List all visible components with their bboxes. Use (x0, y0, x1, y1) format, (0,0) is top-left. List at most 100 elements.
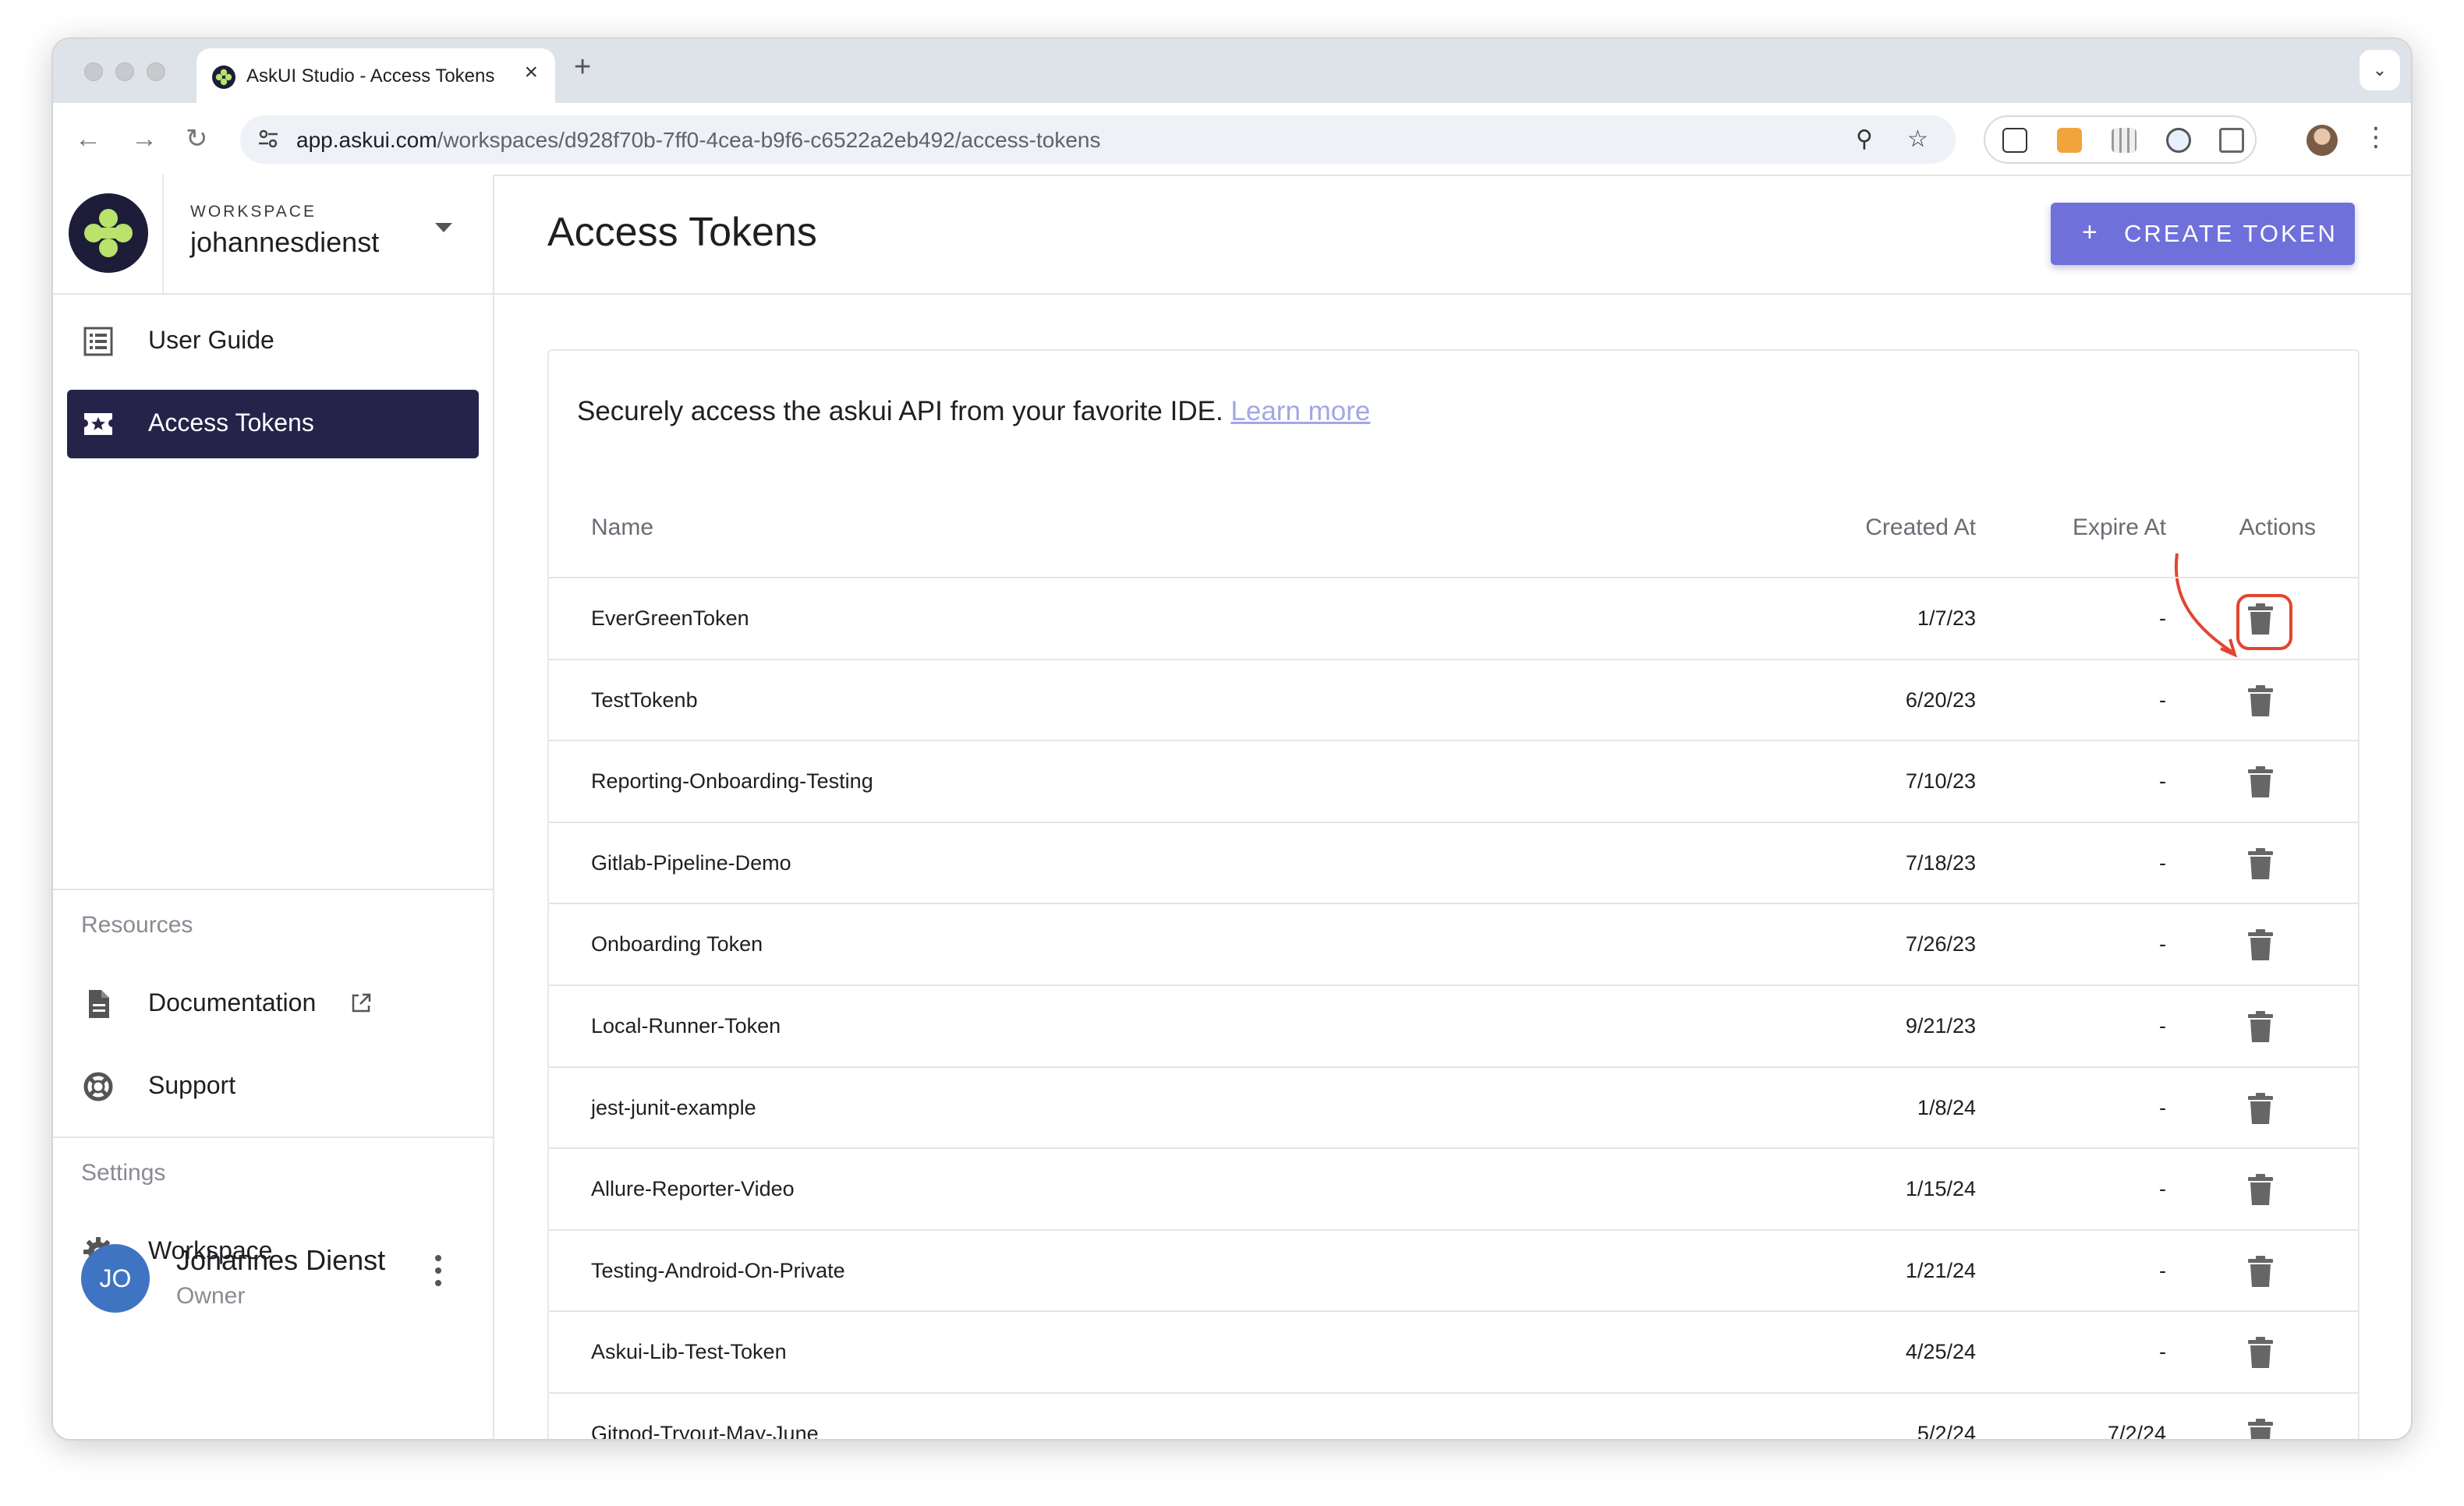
token-name: Gitpod-Tryout-May-June (591, 1422, 819, 1439)
sidebar-item-support[interactable]: Support (67, 1052, 479, 1121)
token-expire-at: - (2159, 606, 2166, 630)
page-header: Access Tokens + CREATE TOKEN (493, 175, 2411, 295)
lifebuoy-icon (83, 1072, 113, 1101)
workspace-separator (162, 175, 164, 293)
settings-section-title: Settings (81, 1160, 166, 1186)
minimize-window-button[interactable] (115, 62, 134, 81)
token-expire-at: - (2159, 1095, 2166, 1119)
token-expire-at: - (2159, 688, 2166, 712)
external-link-icon (352, 993, 371, 1013)
bookmark-star-icon[interactable]: ☆ (1907, 126, 1928, 153)
browser-tab[interactable]: AskUI Studio - Access Tokens × (196, 48, 555, 103)
token-name: Gitlab-Pipeline-Demo (591, 850, 791, 875)
sidebar-divider (53, 293, 493, 295)
token-expire-at: 7/2/24 (2107, 1422, 2166, 1439)
column-header-name: Name (591, 514, 654, 540)
card-intro: Securely access the askui API from your … (577, 396, 1370, 427)
delete-trash-icon[interactable] (2247, 1092, 2274, 1124)
create-token-button[interactable]: + CREATE TOKEN (2051, 203, 2355, 265)
forward-arrow-icon[interactable]: → (131, 123, 158, 154)
sidebar-item-label: Access Tokens (148, 408, 314, 437)
back-arrow-icon[interactable]: ← (75, 123, 101, 154)
url-path: /workspaces/d928f70b-7ff0-4cea-b9f6-c652… (437, 128, 1101, 152)
askui-favicon-icon (212, 65, 235, 89)
token-name: EverGreenToken (591, 606, 749, 630)
table-row: Gitpod-Tryout-May-June 5/2/24 7/2/24 (549, 1392, 2358, 1439)
sidebar-item-user-guide[interactable]: User Guide (67, 307, 479, 376)
delete-trash-icon[interactable] (2247, 847, 2274, 879)
table-row: jest-junit-example 1/8/24 - (549, 1066, 2358, 1149)
token-created-at: 1/8/24 (1917, 1095, 1976, 1119)
sidebar: WORKSPACE johannesdienst User Guide Acce… (53, 175, 494, 1439)
tab-close-icon[interactable]: × (524, 61, 538, 84)
browser-toolbar: ← → ↻ app.askui.com/workspaces/d928f70b-… (53, 103, 2411, 176)
tab-strip: AskUI Studio - Access Tokens × + ⌄ (53, 39, 2411, 103)
delete-trash-icon[interactable] (2247, 1419, 2274, 1439)
sidebar-divider (53, 889, 493, 890)
globe-extension-icon[interactable] (2166, 128, 2191, 153)
askui-logo[interactable] (69, 193, 148, 273)
new-tab-button[interactable]: + (574, 51, 591, 83)
zoom-icon[interactable]: ⚲ (1856, 126, 1873, 153)
user-menu-icon[interactable] (435, 1255, 441, 1292)
token-expire-at: - (2159, 769, 2166, 794)
site-settings-icon[interactable] (256, 126, 281, 151)
token-name: Askui-Lib-Test-Token (591, 1340, 787, 1364)
token-name: jest-junit-example (591, 1095, 756, 1119)
tab-search-chevron-icon[interactable]: ⌄ (2360, 50, 2400, 90)
maximize-window-button[interactable] (147, 62, 165, 81)
ticket-star-icon (84, 413, 112, 435)
sidebar-item-access-tokens[interactable]: Access Tokens (67, 390, 479, 458)
sidebar-item-label: Support (148, 1071, 236, 1099)
token-created-at: 7/18/23 (1905, 850, 1976, 875)
table-row: Testing-Android-On-Private 1/21/24 - (549, 1228, 2358, 1312)
plus-icon: + (2082, 217, 2098, 247)
table-row: Gitlab-Pipeline-Demo 7/18/23 - (549, 821, 2358, 904)
profile-avatar[interactable] (2306, 125, 2338, 156)
token-created-at: 1/7/23 (1917, 606, 1976, 630)
sidebar-item-label: Documentation (148, 988, 317, 1016)
intro-text: Securely access the askui API from your … (577, 396, 1223, 426)
notion-extension-icon[interactable] (2002, 128, 2027, 153)
user-avatar[interactable]: JO (81, 1244, 150, 1313)
token-created-at: 5/2/24 (1917, 1422, 1976, 1439)
delete-trash-icon[interactable] (2247, 1174, 2274, 1206)
close-window-button[interactable] (84, 62, 103, 81)
sidebar-item-documentation[interactable]: Documentation (67, 970, 479, 1038)
token-created-at: 6/20/23 (1905, 688, 1976, 712)
column-header-expire: Expire At (2072, 514, 2166, 540)
reload-icon[interactable]: ↻ (186, 123, 208, 154)
token-expire-at: - (2159, 1340, 2166, 1364)
delete-trash-icon[interactable] (2247, 929, 2274, 961)
token-expire-at: - (2159, 850, 2166, 875)
grid-extension-icon[interactable] (2112, 128, 2137, 153)
list-icon (83, 327, 113, 356)
column-header-created: Created At (1865, 514, 1976, 540)
sidebar-divider (53, 1137, 493, 1138)
table-row: EverGreenToken 1/7/23 - (549, 577, 2358, 659)
token-name: Onboarding Token (591, 932, 763, 956)
orange-extension-icon[interactable] (2057, 128, 2082, 153)
delete-trash-icon[interactable] (2247, 684, 2274, 716)
token-name: TestTokenb (591, 688, 698, 712)
delete-trash-icon[interactable] (2247, 1337, 2274, 1369)
token-name: Allure-Reporter-Video (591, 1177, 795, 1201)
puzzle-extensions-icon[interactable] (2219, 128, 2244, 153)
token-expire-at: - (2159, 932, 2166, 956)
learn-more-link[interactable]: Learn more (1230, 396, 1370, 426)
address-bar[interactable]: app.askui.com/workspaces/d928f70b-7ff0-4… (240, 115, 1956, 164)
token-expire-at: - (2159, 1177, 2166, 1201)
token-created-at: 4/25/24 (1905, 1340, 1976, 1364)
workspace-label: WORKSPACE (190, 203, 317, 221)
token-created-at: 7/26/23 (1905, 932, 1976, 956)
annotation-highlight-box (2236, 594, 2292, 650)
tab-title: AskUI Studio - Access Tokens (246, 65, 495, 87)
delete-trash-icon[interactable] (2247, 766, 2274, 798)
user-role: Owner (176, 1283, 246, 1309)
token-name: Testing-Android-On-Private (591, 1258, 845, 1282)
browser-window: AskUI Studio - Access Tokens × + ⌄ ← → ↻… (53, 39, 2411, 1439)
delete-trash-icon[interactable] (2247, 1011, 2274, 1042)
delete-trash-icon[interactable] (2247, 1255, 2274, 1287)
browser-menu-icon[interactable]: ⋮ (2363, 122, 2389, 153)
caret-down-icon[interactable] (435, 223, 452, 232)
